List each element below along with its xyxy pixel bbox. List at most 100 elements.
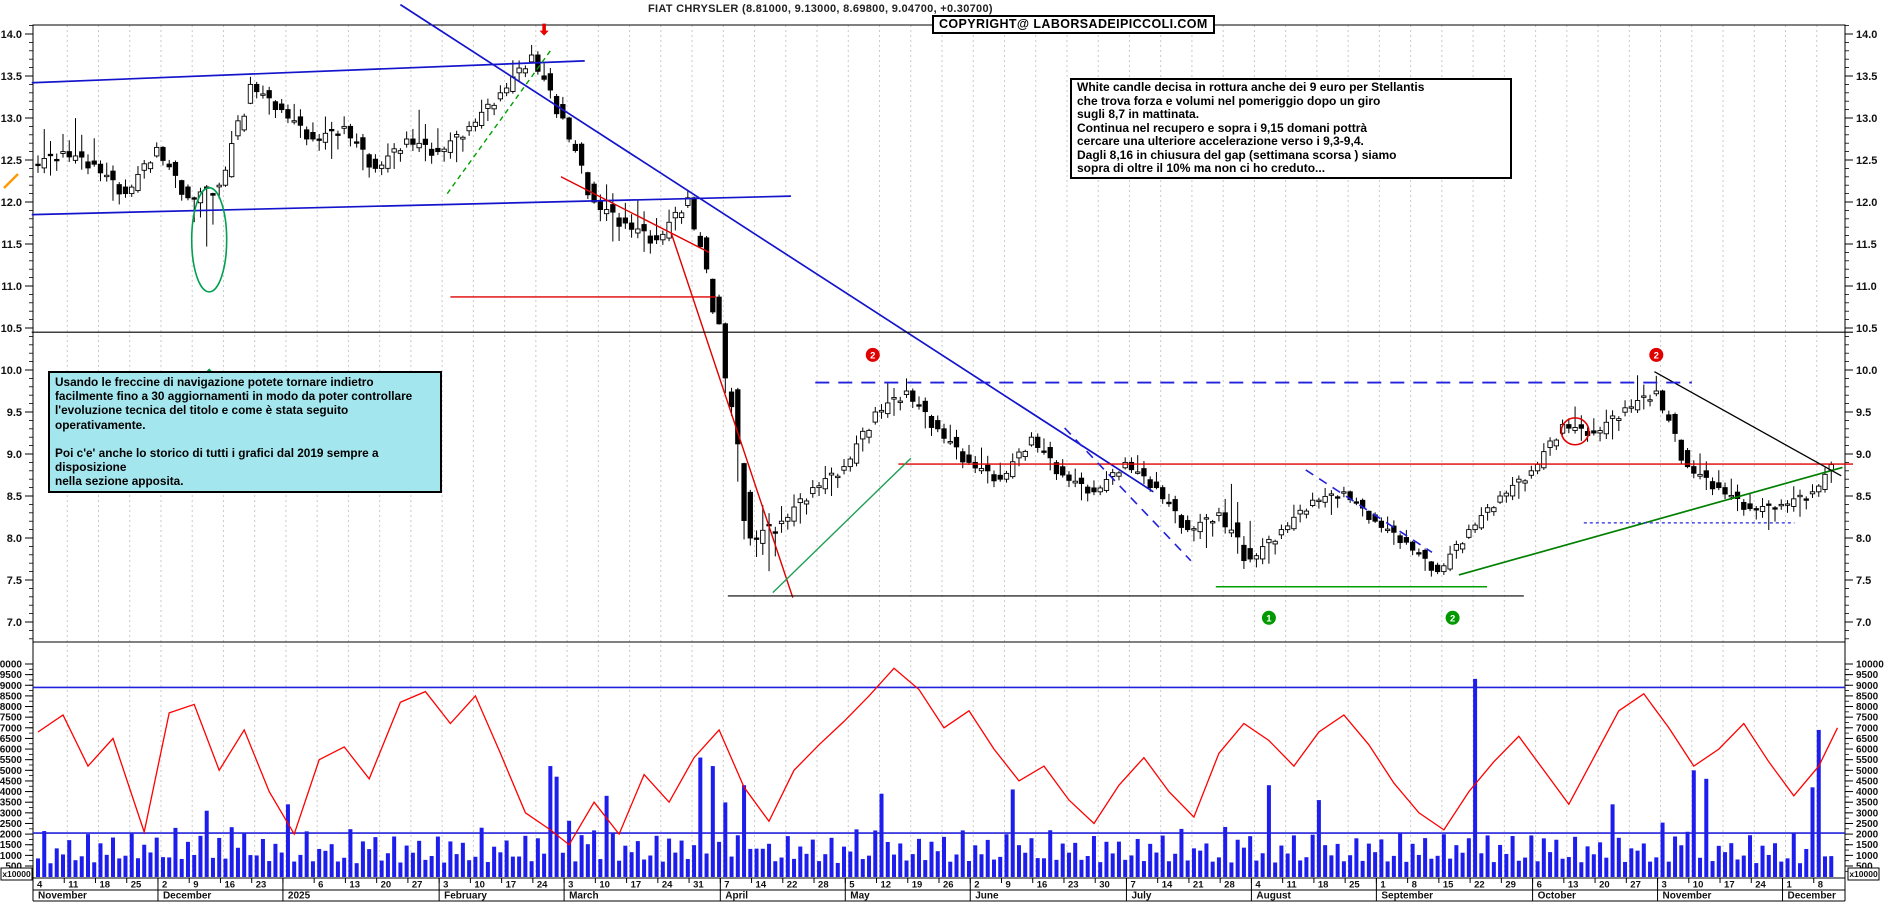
svg-text:4500: 4500 [1856,776,1879,787]
svg-text:12: 12 [881,880,892,891]
svg-text:9500: 9500 [1856,670,1879,681]
navigation-info-box: Usando le freccine di navigazione potete… [48,371,442,493]
svg-text:11: 11 [68,880,79,891]
svg-text:9.0: 9.0 [7,449,22,461]
svg-text:1500: 1500 [0,840,22,851]
indicator-line [38,668,1838,844]
svg-text:8: 8 [1818,880,1823,891]
svg-text:11.0: 11.0 [1856,281,1877,293]
svg-text:10.5: 10.5 [1,323,22,335]
svg-text:3: 3 [1662,880,1667,891]
numbered-badge: 2 [1446,611,1460,625]
svg-text:17: 17 [506,880,517,891]
svg-text:November: November [1663,891,1712,902]
svg-text:21: 21 [1193,880,1204,891]
svg-text:11.0: 11.0 [1,281,22,293]
svg-text:18: 18 [1318,880,1329,891]
svg-text:September: September [1381,891,1433,902]
svg-text:24: 24 [537,880,548,891]
svg-text:8000: 8000 [1856,702,1879,713]
svg-text:10.0: 10.0 [1,365,22,377]
svg-text:12.0: 12.0 [1,197,22,209]
svg-text:9000: 9000 [1856,681,1879,692]
svg-text:27: 27 [1630,880,1641,891]
svg-text:1: 1 [1380,880,1386,891]
svg-text:3500: 3500 [0,798,22,809]
svg-text:13: 13 [349,880,360,891]
svg-text:28: 28 [818,880,829,891]
svg-text:February: February [444,891,487,902]
numbered-badge: 1 [1262,611,1276,625]
chart-title: FIAT CHRYSLER (8.81000, 9.13000, 8.69800… [648,3,993,15]
analysis-note-box: White candle decisa in rottura anche dei… [1070,78,1512,179]
svg-text:10: 10 [599,880,610,891]
svg-text:1000: 1000 [1856,851,1879,862]
svg-text:12.5: 12.5 [1,155,22,167]
svg-text:9: 9 [1005,880,1010,891]
svg-text:29: 29 [1505,880,1516,891]
candlesticks [36,45,1834,577]
svg-text:10: 10 [474,880,485,891]
svg-text:20: 20 [1599,880,1610,891]
svg-text:6500: 6500 [1856,734,1879,745]
svg-text:10.0: 10.0 [1856,365,1877,377]
svg-text:7500: 7500 [1856,713,1879,724]
svg-text:13.0: 13.0 [1,113,22,125]
svg-text:8500: 8500 [0,691,22,702]
svg-text:1000: 1000 [0,851,22,862]
svg-text:9.0: 9.0 [1856,449,1871,461]
numbered-badge: 2 [866,348,880,362]
svg-text:July: July [1131,891,1151,902]
svg-text:8.5: 8.5 [1856,491,1871,503]
svg-text:4500: 4500 [0,776,22,787]
svg-text:19: 19 [912,880,923,891]
volume-bars [33,679,1845,877]
svg-text:8000: 8000 [0,702,22,713]
svg-text:13: 13 [1568,880,1579,891]
svg-text:13.0: 13.0 [1856,113,1877,125]
svg-text:October: October [1538,891,1576,902]
svg-text:8.0: 8.0 [7,533,22,545]
svg-text:6000: 6000 [1856,745,1879,756]
svg-text:3: 3 [443,880,448,891]
svg-text:7.0: 7.0 [1856,617,1871,629]
svg-text:28: 28 [1224,880,1235,891]
svg-text:6: 6 [318,880,323,891]
svg-text:x10000: x10000 [1849,869,1878,879]
svg-text:6000: 6000 [0,745,22,756]
svg-text:December: December [1788,891,1836,902]
axis-decoration [4,174,18,188]
svg-text:10: 10 [1693,880,1704,891]
svg-text:18: 18 [99,880,110,891]
copyright-badge: COPYRIGHT@ LABORSADEIPICCOLI.COM [932,15,1215,34]
svg-text:9000: 9000 [0,681,22,692]
svg-text:4: 4 [37,880,43,891]
svg-text:23: 23 [256,880,267,891]
svg-text:4000: 4000 [1856,787,1879,798]
svg-text:20: 20 [381,880,392,891]
svg-text:24: 24 [1755,880,1766,891]
svg-text:7500: 7500 [0,713,22,724]
svg-text:4: 4 [1255,880,1261,891]
svg-text:13.5: 13.5 [1,71,22,83]
svg-text:17: 17 [631,880,642,891]
svg-text:1: 1 [1266,613,1272,624]
svg-text:26: 26 [943,880,954,891]
svg-text:8.0: 8.0 [1856,533,1871,545]
svg-text:14.0: 14.0 [1856,29,1877,41]
svg-text:7: 7 [1130,880,1135,891]
svg-text:22: 22 [787,880,798,891]
volume-indicator-line [38,668,1838,844]
svg-text:5000: 5000 [1856,766,1879,777]
svg-text:12.5: 12.5 [1856,155,1877,167]
svg-text:May: May [850,891,870,902]
svg-text:14: 14 [756,880,767,891]
svg-text:4000: 4000 [0,787,22,798]
svg-text:31: 31 [693,880,704,891]
svg-text:25: 25 [1349,880,1360,891]
svg-text:10000: 10000 [1856,660,1884,671]
svg-text:7.5: 7.5 [1856,575,1871,587]
svg-text:11.5: 11.5 [1856,239,1877,251]
svg-text:June: June [975,891,999,902]
svg-text:14.0: 14.0 [1,29,22,41]
